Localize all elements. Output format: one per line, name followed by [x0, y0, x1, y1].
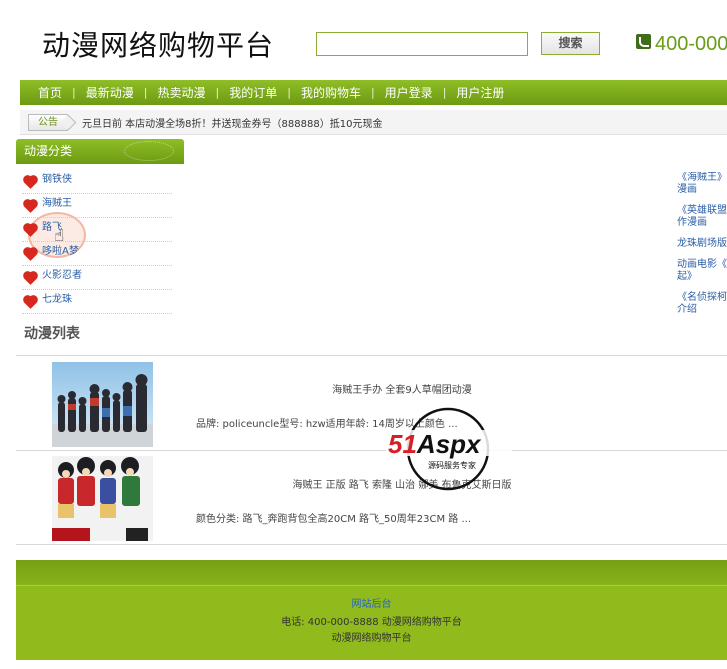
- nav-item-cart[interactable]: 我的购物车: [301, 84, 361, 101]
- nav-separator: |: [370, 86, 375, 99]
- watermark-logo: 51Aspx 源码服务专家: [386, 406, 512, 492]
- footer-contact: 电话: 400-000-8888 动漫网络购物平台: [281, 617, 462, 628]
- news-item[interactable]: 动画电影《 起》: [677, 259, 727, 283]
- heart-icon: [24, 248, 37, 261]
- nav-item-register[interactable]: 用户注册: [456, 84, 504, 101]
- site-title: 动漫网络购物平台: [42, 29, 275, 62]
- category-item-doraemon[interactable]: 哆啦A梦: [22, 242, 172, 266]
- nav-separator: |: [215, 86, 220, 99]
- news-item[interactable]: 《英雄联盟 作漫画: [677, 205, 727, 229]
- nav-item-hot[interactable]: 热卖动漫: [157, 84, 205, 101]
- product-image[interactable]: [52, 362, 153, 447]
- product-row: 海贼王手办 全套9人草帽团动漫 品牌: policeuncle型号: hzw适用…: [16, 356, 727, 451]
- main-nav: 首页 | 最新动漫 | 热卖动漫 | 我的订单 | 我的购物车 | 用户登录 |…: [20, 80, 727, 105]
- product-row: 海贼王 正版 路飞 索隆 山治 娜美 布鲁克艾斯日版 颜色分类: 路飞_奔跑背包…: [16, 451, 727, 545]
- category-item-iron-man[interactable]: 钢铁侠: [22, 170, 172, 194]
- product-description: 颜色分类: 路飞_奔跑背包全高20CM 路飞_50周年23CM 路 ...: [196, 514, 472, 525]
- category-item-one-piece[interactable]: 海贼王: [22, 194, 172, 218]
- search-button[interactable]: 搜索: [541, 32, 600, 55]
- luffy-figures-photo: [52, 456, 153, 541]
- news-item[interactable]: 《名侦探柯 介绍: [677, 292, 727, 316]
- hand-cursor-icon: ☝: [54, 226, 65, 246]
- product-name[interactable]: 海贼王手办 全套9人草帽团动漫: [152, 381, 652, 396]
- nav-item-latest[interactable]: 最新动漫: [86, 84, 134, 101]
- figures-group-photo: [52, 362, 153, 447]
- nav-separator: |: [287, 86, 291, 99]
- nav-separator: |: [143, 86, 148, 99]
- nav-item-orders[interactable]: 我的订单: [229, 84, 277, 101]
- category-item-label: 海贼王: [42, 198, 72, 209]
- category-item-label: 七龙珠: [42, 294, 72, 305]
- phone-number: 400-000: [655, 33, 727, 55]
- phone-icon: [636, 34, 651, 49]
- category-item-label: 火影忍者: [42, 270, 82, 281]
- category-item-dragon-ball[interactable]: 七龙珠: [22, 290, 172, 314]
- admin-link[interactable]: 网站后台: [16, 595, 727, 610]
- footer: 网站后台 电话: 400-000-8888 动漫网络购物平台 动漫网络购物平台: [16, 560, 727, 660]
- nav-item-home[interactable]: 首页: [38, 84, 62, 101]
- svg-text:51Aspx: 51Aspx: [388, 429, 482, 459]
- category-title: 动漫分类: [24, 144, 73, 158]
- heart-icon: [24, 296, 37, 309]
- nav-separator: |: [442, 86, 447, 99]
- category-list: 钢铁侠 海贼王 路飞 哆啦A梦 火影忍者 七龙珠: [22, 170, 172, 314]
- heart-icon: [24, 200, 37, 213]
- product-image[interactable]: [52, 456, 153, 541]
- notice-badge: 公告: [28, 113, 68, 131]
- heart-icon: [24, 176, 37, 189]
- search-input[interactable]: [316, 32, 528, 56]
- category-item-label: 哆啦A梦: [42, 246, 79, 257]
- category-header: 动漫分类: [16, 139, 184, 164]
- anime-list-title: 动漫列表: [24, 326, 80, 342]
- phone-contact: 400-000: [636, 33, 727, 56]
- notice-text: 元旦日前 本店动漫全场8折！并送现金券号（888888）抵10元现金: [82, 118, 383, 130]
- news-item[interactable]: 《海贼王》 漫画: [677, 172, 727, 196]
- category-item-luffy[interactable]: 路飞: [22, 218, 172, 242]
- category-item-label: 钢铁侠: [42, 174, 72, 185]
- news-list: 《海贼王》 漫画 《英雄联盟 作漫画 龙珠剧场版 动画电影《 起》 《名侦探柯 介绍: [677, 172, 727, 325]
- heart-icon: [24, 272, 37, 285]
- notice-bar: 公告 元旦日前 本店动漫全场8折！并送现金券号（888888）抵10元现金: [20, 110, 727, 135]
- footer-ornament-band: [16, 560, 727, 586]
- heart-icon: [24, 224, 37, 237]
- footer-copyright: 动漫网络购物平台: [331, 633, 412, 644]
- news-item[interactable]: 龙珠剧场版: [677, 238, 727, 250]
- watermark-tagline: 源码服务专家: [428, 460, 476, 470]
- ornament-decoration: [124, 141, 174, 161]
- nav-separator: |: [72, 86, 76, 99]
- nav-item-login[interactable]: 用户登录: [385, 84, 433, 101]
- category-item-naruto[interactable]: 火影忍者: [22, 266, 172, 290]
